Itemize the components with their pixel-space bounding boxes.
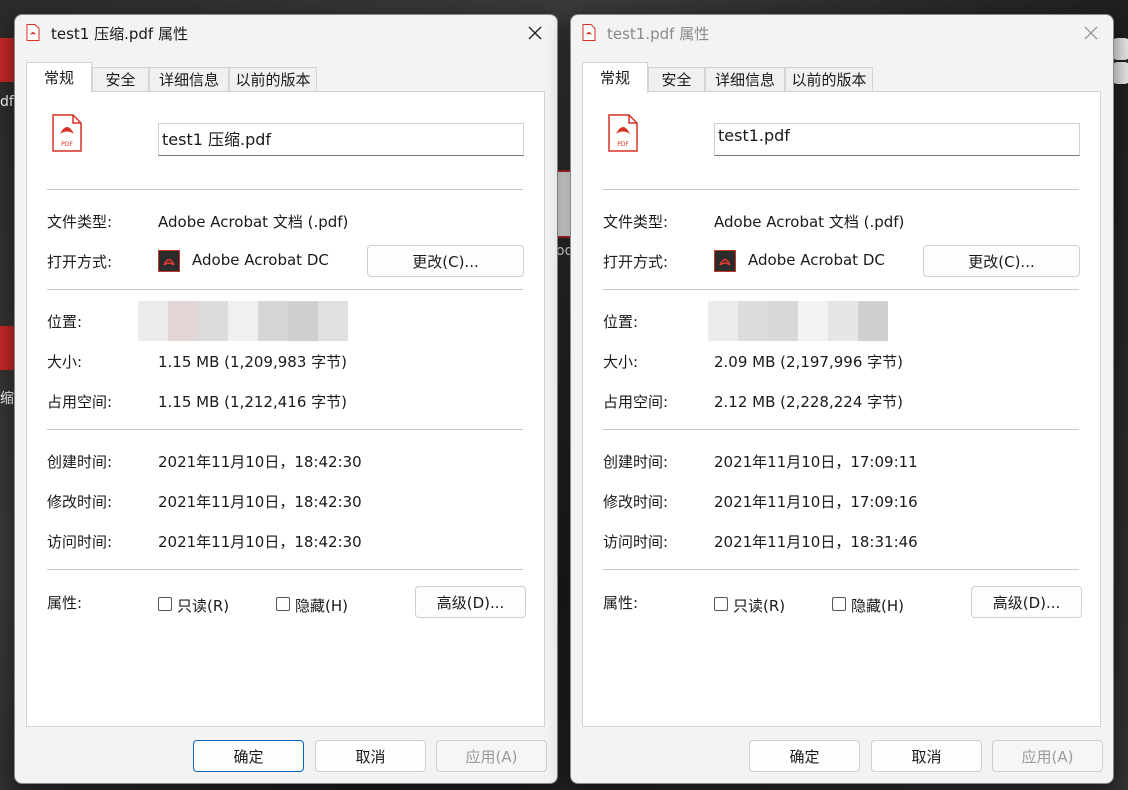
accessed-value: 2021年11月10日，18:42:30 (158, 533, 362, 551)
file-type-value: Adobe Acrobat 文档 (.pdf) (714, 213, 905, 231)
readonly-checkbox[interactable] (714, 597, 728, 611)
ok-button[interactable]: 确定 (193, 740, 304, 772)
pdf-icon-caption: PDF (617, 141, 629, 148)
modified-label: 修改时间: (47, 493, 113, 511)
tab-details[interactable]: 详细信息 (149, 67, 229, 91)
tab-security[interactable]: 安全 (92, 67, 149, 91)
open-with-value: Adobe Acrobat DC (192, 251, 329, 269)
disk-size-value: 1.15 MB (1,212,416 字节) (158, 393, 347, 411)
title-bar[interactable]: test1.pdf 属性 (571, 15, 1113, 51)
location-label: 位置: (603, 313, 639, 331)
location-value-redacted (138, 301, 364, 341)
change-app-button[interactable]: 更改(C)... (367, 245, 524, 277)
readonly-label[interactable]: 只读(R) (733, 595, 785, 616)
pdf-file-icon (582, 24, 596, 41)
file-type-label: 文件类型: (603, 213, 669, 231)
separator (603, 569, 1079, 570)
file-type-label: 文件类型: (47, 213, 113, 231)
properties-dialog-compressed: test1 压缩.pdf 属性 常规 安全 详细信息 以前的版本 PDF tes… (14, 14, 558, 784)
tab-details[interactable]: 详细信息 (705, 67, 785, 91)
tab-previous-versions[interactable]: 以前的版本 (785, 67, 873, 91)
separator (47, 429, 523, 430)
close-icon (1084, 26, 1098, 40)
location-value-redacted (708, 301, 888, 341)
tab-previous-versions[interactable]: 以前的版本 (229, 67, 317, 91)
cancel-button[interactable]: 取消 (315, 740, 426, 772)
separator (603, 429, 1079, 430)
hidden-label[interactable]: 隐藏(H) (295, 595, 348, 616)
open-with-label: 打开方式: (47, 253, 113, 271)
filename-input[interactable]: test1.pdf (714, 123, 1080, 156)
desktop-icon-label: df (0, 94, 14, 110)
disk-size-label: 占用空间: (47, 393, 113, 411)
modified-label: 修改时间: (603, 493, 669, 511)
filename-input[interactable]: test1 压缩.pdf (158, 123, 524, 156)
location-label: 位置: (47, 313, 83, 331)
modified-value: 2021年11月10日，17:09:16 (714, 493, 918, 511)
general-panel: PDF test1.pdf 文件类型: Adobe Acrobat 文档 (.p… (582, 91, 1101, 727)
accessed-label: 访问时间: (603, 533, 669, 551)
acrobat-icon (158, 250, 180, 272)
open-with-label: 打开方式: (603, 253, 669, 271)
size-label: 大小: (47, 353, 83, 371)
advanced-button[interactable]: 高级(D)... (415, 586, 526, 618)
created-label: 创建时间: (603, 453, 669, 471)
accessed-label: 访问时间: (47, 533, 113, 551)
tab-security[interactable]: 安全 (648, 67, 705, 91)
change-app-button[interactable]: 更改(C)... (923, 245, 1080, 277)
separator (47, 569, 523, 570)
separator (47, 189, 523, 190)
separator (47, 289, 523, 290)
cancel-button[interactable]: 取消 (871, 740, 982, 772)
close-button[interactable] (513, 15, 557, 51)
disk-size-value: 2.12 MB (2,228,224 字节) (714, 393, 903, 411)
attributes-label: 属性: (603, 594, 639, 612)
open-with-value: Adobe Acrobat DC (748, 251, 885, 269)
apply-button[interactable]: 应用(A) (992, 740, 1103, 772)
created-label: 创建时间: (47, 453, 113, 471)
title-bar[interactable]: test1 压缩.pdf 属性 (15, 15, 557, 51)
acrobat-icon (714, 250, 736, 272)
ok-button[interactable]: 确定 (749, 740, 860, 772)
apply-button[interactable]: 应用(A) (436, 740, 547, 772)
pdf-file-icon: PDF (608, 114, 638, 152)
modified-value: 2021年11月10日，18:42:30 (158, 493, 362, 511)
created-value: 2021年11月10日，17:09:11 (714, 453, 918, 471)
readonly-checkbox[interactable] (158, 597, 172, 611)
size-label: 大小: (603, 353, 639, 371)
hidden-label[interactable]: 隐藏(H) (851, 595, 904, 616)
tab-general[interactable]: 常规 (26, 62, 92, 93)
readonly-label[interactable]: 只读(R) (177, 595, 229, 616)
file-type-value: Adobe Acrobat 文档 (.pdf) (158, 213, 349, 231)
close-icon (528, 26, 542, 40)
pdf-file-icon (26, 24, 40, 41)
window-title: test1 压缩.pdf 属性 (51, 25, 188, 43)
hidden-checkbox[interactable] (832, 597, 846, 611)
tab-general[interactable]: 常规 (582, 62, 648, 93)
size-value: 1.15 MB (1,209,983 字节) (158, 353, 347, 371)
attributes-label: 属性: (47, 594, 83, 612)
size-value: 2.09 MB (2,197,996 字节) (714, 353, 903, 371)
separator (603, 289, 1079, 290)
hidden-checkbox[interactable] (276, 597, 290, 611)
accessed-value: 2021年11月10日，18:31:46 (714, 533, 918, 551)
window-title: test1.pdf 属性 (607, 25, 710, 43)
properties-dialog-original: test1.pdf 属性 常规 安全 详细信息 以前的版本 PDF test1.… (570, 14, 1114, 784)
disk-size-label: 占用空间: (603, 393, 669, 411)
pdf-file-icon: PDF (52, 114, 82, 152)
advanced-button[interactable]: 高级(D)... (971, 586, 1082, 618)
separator (603, 189, 1079, 190)
general-panel: PDF test1 压缩.pdf 文件类型: Adobe Acrobat 文档 … (26, 91, 545, 727)
created-value: 2021年11月10日，18:42:30 (158, 453, 362, 471)
pdf-icon-caption: PDF (61, 141, 73, 148)
close-button[interactable] (1069, 15, 1113, 51)
